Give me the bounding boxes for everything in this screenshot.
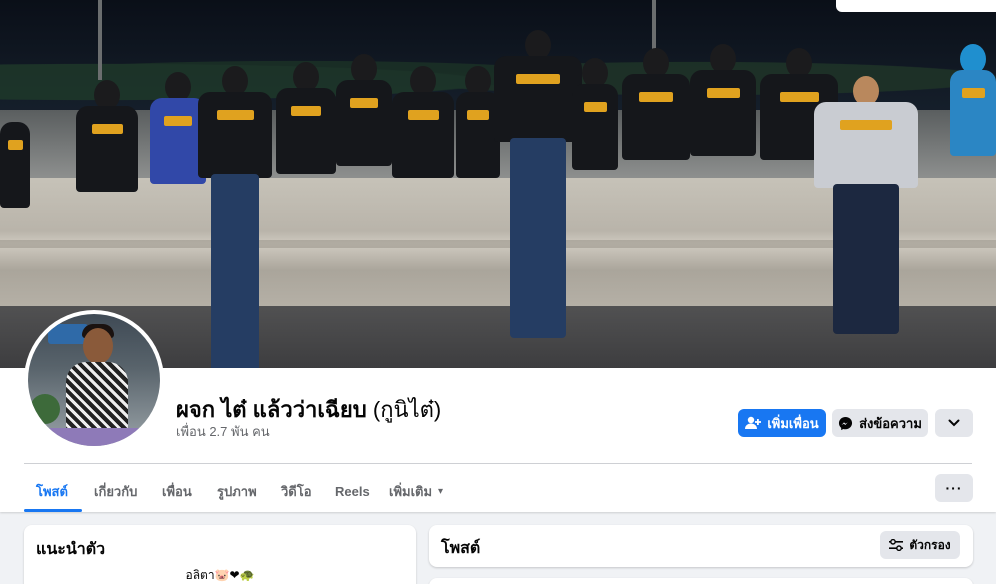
profile-avatar[interactable] [24, 310, 164, 450]
tab-posts-label: โพสต์ [36, 483, 68, 499]
avatar-image [28, 314, 160, 446]
tab-about[interactable]: เกี่ยวกับ [94, 472, 137, 510]
tab-videos-label: วิดีโอ [281, 483, 312, 499]
intro-card: แนะนำตัว อลิตา🐷❤🐢 [24, 525, 416, 584]
top-search-area[interactable] [836, 0, 996, 12]
sliders-icon [889, 539, 904, 551]
cover-person [950, 44, 996, 184]
tab-reels[interactable]: Reels [335, 472, 370, 510]
tab-reels-label: Reels [335, 483, 370, 499]
posts-card: โพสต์ ตัวกรอง [429, 525, 973, 567]
message-button[interactable]: ส่งข้อความ [832, 409, 928, 437]
tab-posts[interactable]: โพสต์ [36, 472, 68, 510]
intro-title: แนะนำตัว [36, 541, 106, 558]
tab-about-label: เกี่ยวกับ [94, 483, 138, 499]
cover-photo[interactable] [0, 0, 996, 368]
cover-person [198, 66, 272, 368]
tab-photos[interactable]: รูปภาพ [217, 472, 257, 510]
add-friend-button[interactable]: เพิ่มเพื่อน [738, 409, 826, 437]
cover-person [276, 62, 336, 182]
message-label: ส่งข้อความ [859, 415, 922, 431]
cover-person [814, 76, 918, 334]
tab-videos[interactable]: วิดีโอ [281, 472, 312, 510]
tab-more-label: เพิ่มเติม [389, 483, 433, 499]
chevron-down-icon [948, 419, 960, 427]
messenger-icon [838, 416, 853, 431]
add-friend-label: เพิ่มเพื่อน [767, 415, 819, 431]
tab-friends-label: เพื่อน [162, 483, 192, 499]
profile-alt-name: (กูนิไต๋) [372, 397, 442, 422]
cover-person [622, 48, 690, 168]
cover-person [392, 66, 454, 186]
header-divider [24, 463, 972, 464]
tab-friends[interactable]: เพื่อน [162, 472, 192, 510]
tab-more[interactable]: เพิ่มเติม ▾ [389, 472, 443, 510]
more-dots-icon: ··· [945, 480, 963, 496]
cover-person [76, 80, 138, 200]
more-dots-button[interactable]: ··· [935, 474, 973, 502]
cover-person [0, 96, 30, 216]
friends-count[interactable]: เพื่อน 2.7 พัน คน [176, 421, 270, 442]
intro-bio: อลิตา🐷❤🐢 [185, 568, 255, 582]
filter-button[interactable]: ตัวกรอง [880, 531, 960, 559]
cover-person [494, 30, 582, 350]
person-plus-icon [745, 416, 762, 430]
caret-down-icon: ▾ [438, 485, 444, 497]
profile-name-text: ผจก ไต๋ แล้วว่าเฉียบ [176, 397, 367, 422]
filter-label: ตัวกรอง [909, 537, 951, 552]
posts-title: โพสต์ [441, 540, 481, 557]
profile-more-button[interactable] [935, 409, 973, 437]
cover-person [572, 58, 618, 178]
cover-person [690, 44, 756, 164]
active-tab-indicator [24, 509, 82, 512]
tab-photos-label: รูปภาพ [217, 483, 257, 499]
next-card [429, 578, 973, 584]
cover-pole [98, 0, 102, 80]
cover-person [336, 54, 392, 174]
